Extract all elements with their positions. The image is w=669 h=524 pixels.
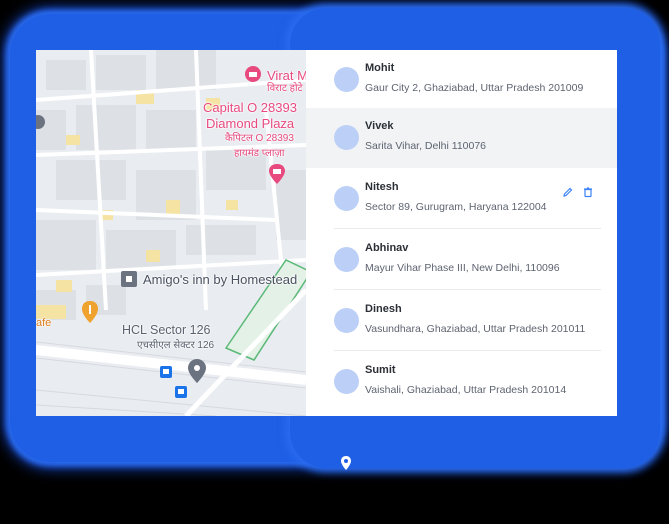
contact-address: Vaishali, Ghaziabad, Uttar Pradesh 20101… <box>365 384 567 396</box>
location-pin-icon[interactable] <box>36 114 48 134</box>
contact-row[interactable]: Abhinav Mayur Vihar Phase III, New Delhi… <box>306 230 617 290</box>
contact-name: Sumit <box>365 364 396 376</box>
map-label-hotel-hindi: विराट होटे <box>267 83 303 94</box>
avatar <box>334 308 359 333</box>
contact-address: Sector 89, Gurugram, Haryana 122004 <box>365 201 547 213</box>
map-label-capital-hindi-line2: हायमंड प्लाज़ा <box>234 148 285 159</box>
avatar <box>334 125 359 150</box>
contact-row[interactable]: Nitesh Sector 89, Gurugram, Haryana 1220… <box>306 169 617 229</box>
map-label-capital-hindi-line1: कैपिटल O 28393 <box>225 133 294 144</box>
avatar <box>334 67 359 92</box>
contact-row[interactable]: Mohit Gaur City 2, Ghaziabad, Uttar Prad… <box>306 50 617 110</box>
hotel-icon[interactable] <box>268 163 286 185</box>
contact-row[interactable]: Dinesh Vasundhara, Ghaziabad, Uttar Prad… <box>306 291 617 351</box>
map-label-capital-line1: Capital O 28393 <box>203 100 297 115</box>
avatar <box>334 369 359 394</box>
contact-name: Abhinav <box>365 242 409 254</box>
location-pin-icon <box>341 456 351 470</box>
contact-name: Mohit <box>365 62 395 74</box>
contact-address: Gaur City 2, Ghaziabad, Uttar Pradesh 20… <box>365 82 584 94</box>
edit-icon[interactable] <box>562 186 574 198</box>
avatar <box>334 247 359 272</box>
map-label-hcl-hindi: एचसीएल सेक्टर 126 <box>137 340 215 351</box>
map-view[interactable]: Virat M विराट होटे Capital O 28393 Diamo… <box>36 50 306 416</box>
map-label-cafe: afe <box>36 317 52 329</box>
contact-name: Nitesh <box>365 181 399 193</box>
restaurant-icon[interactable] <box>81 300 99 324</box>
contact-name: Vivek <box>365 120 394 132</box>
avatar <box>334 186 359 211</box>
app-card: Virat M विराट होटे Capital O 28393 Diamo… <box>36 50 617 416</box>
map-label-hotel: Virat M <box>267 68 306 83</box>
location-pin-icon[interactable] <box>187 358 207 384</box>
divider <box>334 289 601 290</box>
contact-address: Sarita Vihar, Delhi 110076 <box>365 140 487 152</box>
hotel-icon[interactable] <box>244 65 262 83</box>
trash-icon[interactable] <box>582 186 594 198</box>
bus-stop-icon[interactable] <box>175 386 187 398</box>
contact-name: Dinesh <box>365 303 402 315</box>
lodging-icon[interactable] <box>120 270 138 288</box>
divider <box>334 350 601 351</box>
divider <box>334 228 601 229</box>
contact-address: Mayur Vihar Phase III, New Delhi, 110096 <box>365 262 560 274</box>
bus-stop-icon[interactable] <box>160 366 172 378</box>
map-label-hcl: HCL Sector 126 <box>122 323 211 337</box>
contact-row[interactable]: Sumit Vaishali, Ghaziabad, Uttar Pradesh… <box>306 352 617 412</box>
contact-list: Mohit Gaur City 2, Ghaziabad, Uttar Prad… <box>306 50 617 416</box>
map-label-amigos: Amigo's inn by Homestead <box>143 272 298 287</box>
map-label-capital-line2: Diamond Plaza <box>206 116 295 131</box>
contact-row[interactable]: Vivek Sarita Vihar, Delhi 110076 <box>306 108 617 168</box>
contact-address: Vasundhara, Ghaziabad, Uttar Pradesh 201… <box>365 323 586 335</box>
